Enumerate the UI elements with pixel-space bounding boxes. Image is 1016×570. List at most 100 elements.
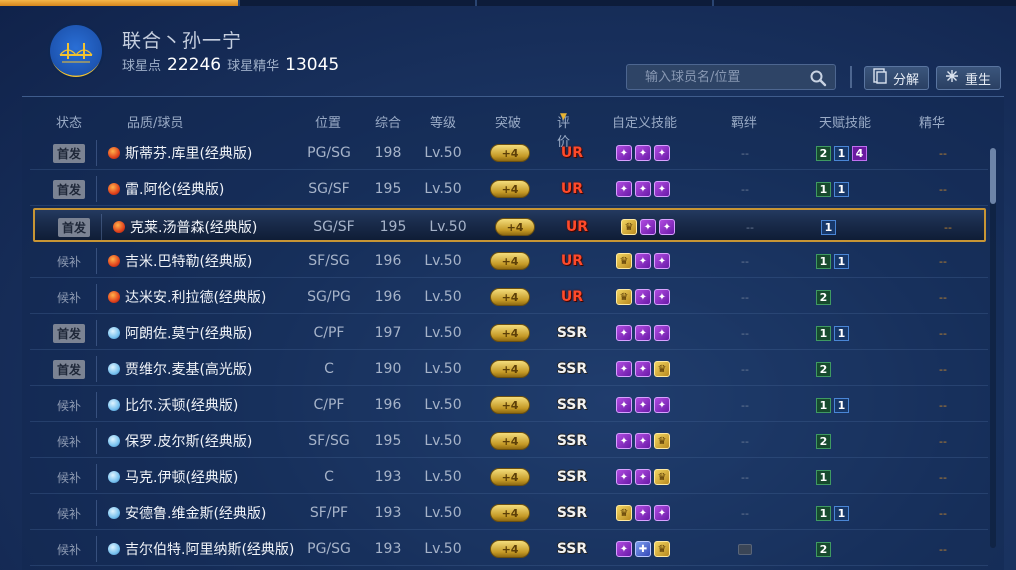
custom-skills-cell[interactable]: ✦ ✦ ✦ [616,172,676,206]
skill-icon[interactable]: ♛ [654,541,670,557]
custom-skills-cell[interactable]: ♛ ✦ ✦ [616,244,676,278]
custom-skills-cell[interactable]: ✦ ✦ ✦ [616,316,676,350]
skill-icon[interactable]: ♛ [616,289,632,305]
skill-icon[interactable]: ✦ [635,325,651,341]
skill-icon[interactable]: ✦ [654,181,670,197]
custom-skills-cell[interactable]: ♛ ✦ ✦ [616,496,676,530]
talent-badge[interactable]: 1 [816,505,831,521]
talent-badge[interactable]: 2 [816,289,831,305]
decompose-button[interactable]: 分解 [864,66,929,90]
custom-skills-cell[interactable]: ♛ ✦ ✦ [621,210,681,244]
player-row[interactable]: 候补 吉尔伯特.阿里纳斯(经典版) PG/SG 193 Lv.50 +4 SSR ✦ ✚ ♛ 2 -- [30,532,988,566]
skill-icon[interactable]: ✦ [654,145,670,161]
skill-icon[interactable]: ✦ [654,505,670,521]
skill-icon[interactable]: ♛ [654,433,670,449]
scrollbar-thumb[interactable] [990,148,996,204]
skill-icon[interactable]: ✦ [635,253,651,269]
talent-badge[interactable]: 1 [834,505,849,521]
player-name-cell[interactable]: 克莱.汤普森(经典版) [113,210,257,244]
player-row[interactable]: 首发 斯蒂芬.库里(经典版) PG/SG 198 Lv.50 +4 UR ✦ ✦ ✦ -- 2 1 4 -- [30,136,988,170]
skill-icon[interactable]: ✦ [635,505,651,521]
player-row[interactable]: 首发 贾维尔.麦基(高光版) C 190 Lv.50 +4 SSR ✦ ✦ ♛ -- 2 -- [30,352,988,386]
reborn-button[interactable]: 重生 [936,66,1001,90]
player-row[interactable]: 首发 阿朗佐.莫宁(经典版) C/PF 197 Lv.50 +4 SSR ✦ ✦ ✦ -- 1 1 -- [30,316,988,350]
talent-badge[interactable]: 2 [816,433,831,449]
player-name-cell[interactable]: 雷.阿伦(经典版) [108,172,224,206]
player-row[interactable]: 首发 克莱.汤普森(经典版) SG/SF 195 Lv.50 +4 UR ♛ ✦ ✦ -- 1 -- [33,208,986,242]
player-name-cell[interactable]: 吉尔伯特.阿里纳斯(经典版) [108,532,294,566]
talent-badge[interactable]: 4 [852,145,867,161]
custom-skills-cell[interactable]: ✦ ✦ ♛ [616,424,676,458]
skill-icon[interactable]: ✦ [635,181,651,197]
player-row[interactable]: 候补 比尔.沃顿(经典版) C/PF 196 Lv.50 +4 SSR ✦ ✦ ✦ -- 1 1 -- [30,388,988,422]
skill-icon[interactable]: ✦ [640,219,656,235]
skill-icon[interactable]: ♛ [616,253,632,269]
player-name-cell[interactable]: 斯蒂芬.库里(经典版) [108,136,252,170]
skill-icon[interactable]: ✦ [635,433,651,449]
talent-badge[interactable]: 1 [816,253,831,269]
talent-skills-cell[interactable]: 1 [821,210,891,244]
talent-skills-cell[interactable]: 2 [816,532,886,566]
talent-skills-cell[interactable]: 2 [816,352,886,386]
player-name-cell[interactable]: 达米安.利拉德(经典版) [108,280,266,314]
custom-skills-cell[interactable]: ✦ ✦ ♛ [616,460,676,494]
talent-badge[interactable]: 2 [816,541,831,557]
talent-badge[interactable]: 1 [834,145,849,161]
talent-skills-cell[interactable]: 1 [816,460,886,494]
player-name-cell[interactable]: 贾维尔.麦基(高光版) [108,352,252,386]
skill-icon[interactable]: ♛ [621,219,637,235]
talent-badge[interactable]: 2 [816,361,831,377]
talent-badge[interactable]: 1 [834,325,849,341]
skill-icon[interactable]: ♛ [654,469,670,485]
bond-icon[interactable] [738,543,752,555]
skill-icon[interactable]: ✦ [616,361,632,377]
skill-icon[interactable]: ✦ [635,145,651,161]
talent-skills-cell[interactable]: 11 [816,244,886,278]
talent-badge[interactable]: 1 [821,219,836,235]
player-row[interactable]: 候补 安德鲁.维金斯(经典版) SF/PF 193 Lv.50 +4 SSR ♛ ✦ ✦ -- 1 1-… [30,496,988,530]
skill-icon[interactable]: ✦ [616,325,632,341]
talent-badge[interactable]: 1 [834,253,849,269]
skill-icon[interactable]: ✦ [616,181,632,197]
talent-skills-cell[interactable]: 2 [816,424,886,458]
talent-skills-cell[interactable]: 214 [816,136,886,170]
skill-icon[interactable]: ✚ [635,541,651,557]
skill-icon[interactable]: ✦ [635,469,651,485]
player-row[interactable]: 候补 马克.伊顿(经典版) C 193 Lv.50 +4 SSR ✦ ✦ ♛ -- 1 -- [30,460,988,494]
top-tab-active[interactable] [0,0,238,6]
custom-skills-cell[interactable]: ♛ ✦ ✦ [616,280,676,314]
talent-badge[interactable]: 1 [834,397,849,413]
search-input[interactable] [645,69,805,85]
search-box[interactable] [626,64,836,90]
skill-icon[interactable]: ✦ [654,289,670,305]
skill-icon[interactable]: ✦ [654,397,670,413]
player-name-cell[interactable]: 比尔.沃顿(经典版) [108,388,238,422]
player-name-cell[interactable]: 保罗.皮尔斯(经典版) [108,424,252,458]
talent-badge[interactable]: 1 [816,397,831,413]
talent-badge[interactable]: 1 [816,325,831,341]
talent-badge[interactable]: 1 [816,181,831,197]
skill-icon[interactable]: ✦ [659,219,675,235]
player-row[interactable]: 候补 保罗.皮尔斯(经典版) SF/SG 195 Lv.50 +4 SSR ✦ ✦ ♛ -- 2 -- [30,424,988,458]
talent-skills-cell[interactable]: 11 [816,388,886,422]
custom-skills-cell[interactable]: ✦ ✦ ♛ [616,352,676,386]
player-name-cell[interactable]: 阿朗佐.莫宁(经典版) [108,316,252,350]
custom-skills-cell[interactable]: ✦ ✦ ✦ [616,136,676,170]
player-row[interactable]: 候补 达米安.利拉德(经典版) SG/PG 196 Lv.50 +4 UR ♛ ✦ ✦ -- 2 -- [30,280,988,314]
player-name-cell[interactable]: 马克.伊顿(经典版) [108,460,238,494]
search-icon[interactable] [809,69,827,91]
talent-badge[interactable]: 2 [816,145,831,161]
talent-skills-cell[interactable]: 11 [816,496,886,530]
skill-icon[interactable]: ✦ [616,433,632,449]
talent-badge[interactable]: 1 [816,469,831,485]
skill-icon[interactable]: ✦ [654,253,670,269]
skill-icon[interactable]: ♛ [654,361,670,377]
skill-icon[interactable]: ✦ [635,397,651,413]
talent-badge[interactable]: 1 [834,181,849,197]
player-row[interactable]: 首发 雷.阿伦(经典版) SG/SF 195 Lv.50 +4 UR ✦ ✦ ✦ -- 1 1 -- [30,172,988,206]
skill-icon[interactable]: ✦ [654,325,670,341]
talent-skills-cell[interactable]: 2 [816,280,886,314]
skill-icon[interactable]: ✦ [616,145,632,161]
skill-icon[interactable]: ♛ [616,505,632,521]
talent-skills-cell[interactable]: 11 [816,172,886,206]
